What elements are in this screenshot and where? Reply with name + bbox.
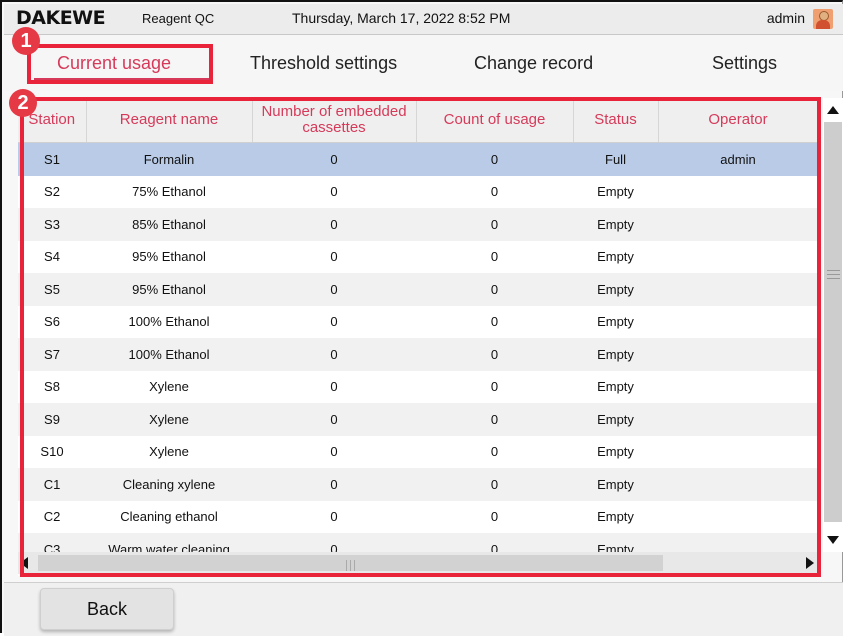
scroll-down-arrow-icon[interactable] <box>827 536 839 544</box>
vertical-scrollbar[interactable] <box>823 98 843 552</box>
brand-logo: DAKEWE <box>16 7 106 29</box>
scroll-up-arrow-icon[interactable] <box>827 106 839 114</box>
title-bar: DAKEWE Reagent QC Thursday, March 17, 20… <box>4 4 843 35</box>
app-name: Reagent QC <box>142 11 215 26</box>
annotation-marker-2: 2 <box>9 89 37 117</box>
app-window: DAKEWE Reagent QC Thursday, March 17, 20… <box>0 0 843 636</box>
tab-threshold-settings[interactable]: Threshold settings <box>250 53 397 74</box>
annotation-box-tab <box>27 44 213 84</box>
grip-line <box>827 278 840 279</box>
user-avatar-icon[interactable] <box>813 9 833 29</box>
back-button[interactable]: Back <box>40 588 174 630</box>
current-user: admin <box>766 10 805 26</box>
tab-change-record[interactable]: Change record <box>474 53 593 74</box>
annotation-box-table <box>20 97 821 577</box>
grip-line <box>827 274 840 275</box>
annotation-marker-1: 1 <box>12 27 40 55</box>
vertical-scroll-thumb[interactable] <box>824 122 842 522</box>
tab-settings[interactable]: Settings <box>712 53 777 74</box>
grip-line <box>827 270 840 271</box>
date-time: Thursday, March 17, 2022 8:52 PM <box>292 10 511 26</box>
footer-bar: Back <box>4 582 843 636</box>
